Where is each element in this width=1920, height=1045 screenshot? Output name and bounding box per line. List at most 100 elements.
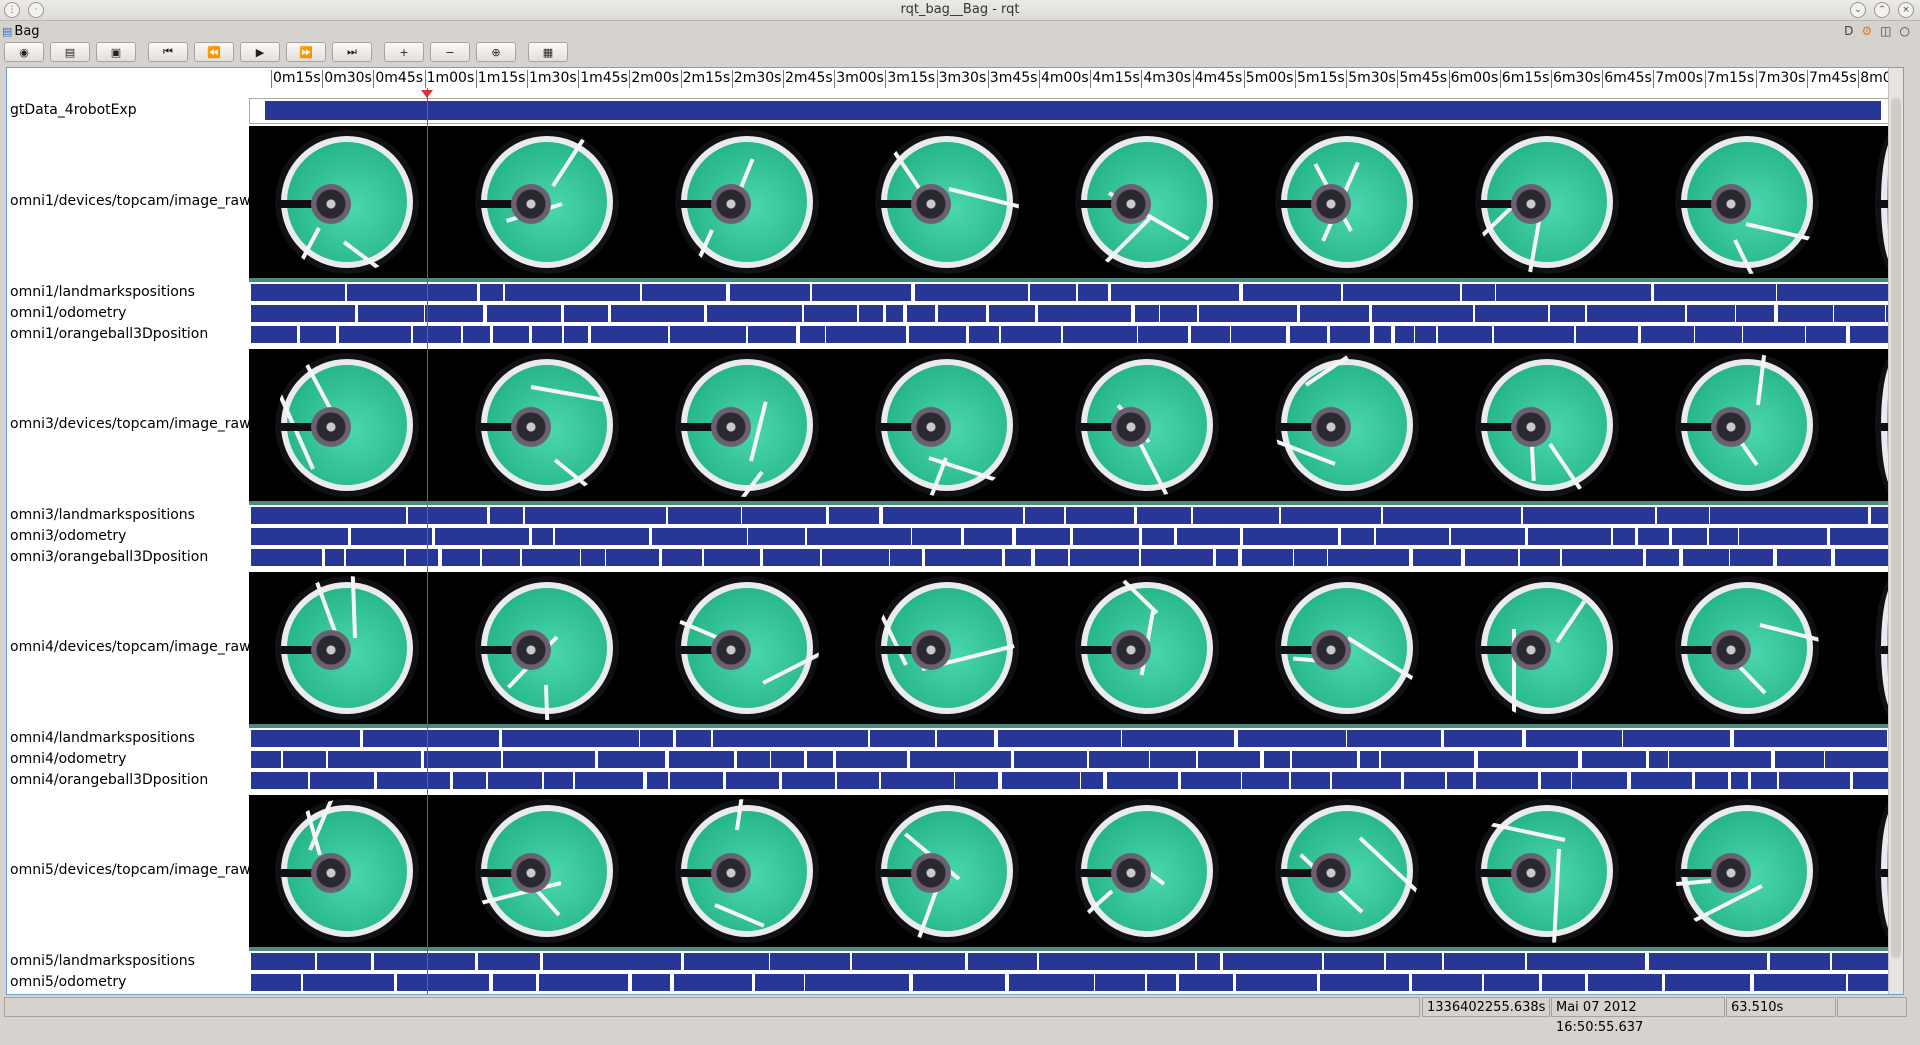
track-omni3-2[interactable] xyxy=(251,549,1903,566)
save-button[interactable]: ▣ xyxy=(96,42,136,62)
image-thumbnail[interactable] xyxy=(475,576,619,720)
minimize-icon[interactable]: ⌄ xyxy=(1850,2,1866,18)
load-button[interactable]: ▤ xyxy=(50,42,90,62)
message-gap xyxy=(902,305,907,322)
topic-label-omni1-image[interactable]: omni1/devices/topcam/image_raw xyxy=(10,193,251,209)
topic-label-omni3-ball[interactable]: omni3/orangeball3Dposition xyxy=(10,549,208,565)
close-icon[interactable]: × xyxy=(1898,2,1914,18)
track-omni5-1[interactable] xyxy=(251,974,1903,991)
playhead-marker-icon[interactable] xyxy=(421,90,433,98)
play-button[interactable]: ▶ xyxy=(240,42,280,62)
image-thumbnail[interactable] xyxy=(1275,576,1419,720)
topic-label-omni1-landmarks[interactable]: omni1/landmarkspositions xyxy=(10,284,195,300)
image-thumbnail[interactable] xyxy=(1675,130,1819,274)
dock-close-icon[interactable]: ○ xyxy=(1900,24,1910,38)
track-omni4-1[interactable] xyxy=(251,751,1903,768)
image-thumbnail[interactable] xyxy=(275,799,419,943)
topic-label-omni5-odometry[interactable]: omni5/odometry xyxy=(10,974,126,990)
image-thumbnail[interactable] xyxy=(1675,353,1819,497)
image-thumbnail[interactable] xyxy=(1475,353,1619,497)
image-thumbnail[interactable] xyxy=(1475,576,1619,720)
image-thumbnail[interactable] xyxy=(275,576,419,720)
image-thumbnail[interactable] xyxy=(875,353,1019,497)
image-thumbnail[interactable] xyxy=(875,799,1019,943)
message-gap xyxy=(1002,549,1006,566)
begin-button[interactable]: ⏮ xyxy=(148,42,188,62)
image-row-omni1[interactable] xyxy=(249,126,1903,278)
step-forward-button[interactable]: ⏩ xyxy=(286,42,326,62)
zoom-reset-button[interactable]: ⊕ xyxy=(476,42,516,62)
track-omni1-1[interactable] xyxy=(251,305,1903,322)
vertical-scrollbar[interactable] xyxy=(1888,68,1903,994)
track-omni5-0[interactable] xyxy=(251,953,1903,970)
track-omni1-0[interactable] xyxy=(251,284,1903,301)
image-thumbnail[interactable] xyxy=(1075,799,1219,943)
zoom-in-button[interactable]: + xyxy=(384,42,424,62)
play-icon: ▶ xyxy=(255,45,265,59)
end-button[interactable]: ⏭ xyxy=(332,42,372,62)
topic-label-omni5-landmarks[interactable]: omni5/landmarkspositions xyxy=(10,953,195,969)
track-omni1-2[interactable] xyxy=(251,326,1903,343)
image-thumbnail[interactable] xyxy=(675,353,819,497)
thumbnails-button[interactable]: ▦ xyxy=(528,42,568,62)
scrollbar-thumb[interactable] xyxy=(1891,98,1901,958)
topic-label-omni5-image[interactable]: omni5/devices/topcam/image_raw xyxy=(10,862,251,878)
image-thumbnail[interactable] xyxy=(675,799,819,943)
track-omni4-2[interactable] xyxy=(251,772,1903,789)
topic-label-omni4-odometry[interactable]: omni4/odometry xyxy=(10,751,126,767)
topic-label-omni1-odometry[interactable]: omni1/odometry xyxy=(10,305,126,321)
image-thumbnail[interactable] xyxy=(875,576,1019,720)
image-thumbnail[interactable] xyxy=(1675,576,1819,720)
dock-help-icon[interactable]: D xyxy=(1844,24,1853,38)
maximize-icon[interactable]: ⌃ xyxy=(1874,2,1890,18)
record-button[interactable]: ◉ xyxy=(4,42,44,62)
robot-body xyxy=(1711,630,1751,670)
image-thumbnail[interactable] xyxy=(1475,799,1619,943)
playhead-line[interactable] xyxy=(427,88,428,994)
track-omni3-0[interactable] xyxy=(251,507,1903,524)
dock-settings-icon[interactable]: ⚙ xyxy=(1861,24,1872,38)
image-thumbnail[interactable] xyxy=(1675,799,1819,943)
image-thumbnail[interactable] xyxy=(275,130,419,274)
message-gap xyxy=(648,528,653,545)
image-row-omni5[interactable] xyxy=(249,795,1903,947)
message-gap xyxy=(1144,974,1148,991)
topic-label-omni4-image[interactable]: omni4/devices/topcam/image_raw xyxy=(10,639,251,655)
image-thumbnail[interactable] xyxy=(1075,353,1219,497)
zoom-out-button[interactable]: − xyxy=(430,42,470,62)
track-gt[interactable] xyxy=(265,101,1881,120)
image-thumbnail[interactable] xyxy=(1275,353,1419,497)
image-thumbnail[interactable] xyxy=(275,353,419,497)
image-thumbnail[interactable] xyxy=(1275,799,1419,943)
track-omni3-1[interactable] xyxy=(251,528,1903,545)
topic-label-omni1-ball[interactable]: omni1/orangeball3Dposition xyxy=(10,326,208,342)
topic-label-omni4-landmarks[interactable]: omni4/landmarkspositions xyxy=(10,730,195,746)
topic-label-omni3-image[interactable]: omni3/devices/topcam/image_raw xyxy=(10,416,251,432)
image-thumbnail[interactable] xyxy=(675,576,819,720)
dock-float-icon[interactable]: ◫ xyxy=(1880,24,1891,38)
image-row-omni3[interactable] xyxy=(249,349,1903,501)
topic-label-omni3-landmarks[interactable]: omni3/landmarkspositions xyxy=(10,507,195,523)
topic-label-omni3-odometry[interactable]: omni3/odometry xyxy=(10,528,126,544)
image-thumbnail[interactable] xyxy=(475,799,619,943)
image-thumbnail[interactable] xyxy=(1475,130,1619,274)
track-omni4-0[interactable] xyxy=(251,730,1903,747)
image-thumbnail[interactable] xyxy=(475,353,619,497)
step-back-button[interactable]: ⏪ xyxy=(194,42,234,62)
timeline-area[interactable]: 0m15s 0m30s 0m45s 1m00s 1m15s 1m30s 1m45s 2m00s… xyxy=(249,68,1903,994)
time-ruler[interactable]: 0m15s 0m30s 0m45s 1m00s 1m15s 1m30s 1m45s 2m00s… xyxy=(249,68,1903,94)
message-gap xyxy=(561,326,565,343)
message-gap xyxy=(528,528,533,545)
time-tick-label: 7m30s xyxy=(1755,70,1806,88)
image-thumbnail[interactable] xyxy=(1275,130,1419,274)
image-thumbnail[interactable] xyxy=(475,130,619,274)
image-row-omni4[interactable] xyxy=(249,572,1903,724)
image-thumbnail[interactable] xyxy=(1075,130,1219,274)
image-thumbnail[interactable] xyxy=(675,130,819,274)
message-gap xyxy=(1230,326,1232,343)
topic-label-omni4-ball[interactable]: omni4/orangeball3Dposition xyxy=(10,772,208,788)
image-thumbnail[interactable] xyxy=(875,130,1019,274)
image-thumbnail[interactable] xyxy=(1075,576,1219,720)
status-datetime: Mai 07 2012 16:50:55.637 xyxy=(1551,997,1725,1035)
topic-label-gt[interactable]: gtData_4robotExp xyxy=(10,102,137,118)
